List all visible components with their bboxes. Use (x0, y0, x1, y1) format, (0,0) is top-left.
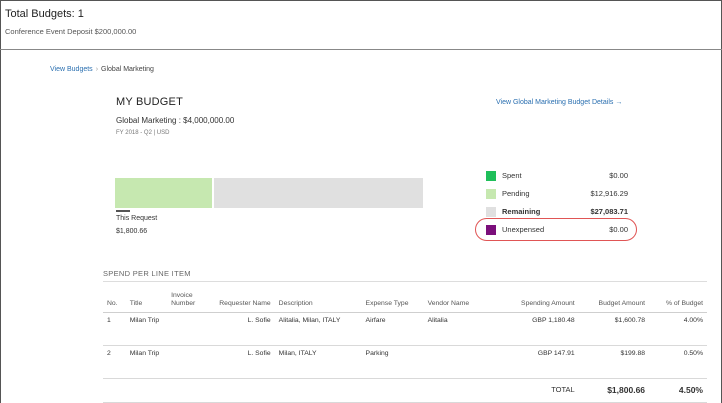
page-title: MY BUDGET (116, 96, 183, 108)
table-row: 1 Milan Trip L. Sofie Alitalia, Milan, I… (103, 312, 707, 346)
legend-pending: Pending $12,916.29 (486, 188, 632, 206)
spend-per-line-item-heading: SPEND PER LINE ITEM (103, 269, 191, 278)
cell-no: 2 (103, 345, 126, 379)
col-title: Title (125, 288, 168, 313)
section-divider (0, 49, 722, 50)
this-request-label: This Request (116, 215, 158, 222)
breadcrumb-separator: › (95, 66, 99, 73)
conference-deposit-text: Conference Event Deposit $200,000.00 (5, 27, 137, 36)
legend-spent: Spent $0.00 (486, 170, 632, 188)
cell-requester: L. Sofie (214, 312, 275, 346)
legend-label: Spent (502, 171, 522, 180)
cell-percent: 0.50% (649, 345, 707, 379)
cell-requester: L. Sofie (214, 345, 275, 379)
col-spending-amount: Spending Amount (483, 288, 579, 313)
this-request-marker (116, 210, 130, 212)
breadcrumb: View Budgets › Global Marketing (50, 66, 154, 73)
col-invoice: Invoice Number (167, 288, 215, 313)
col-budget-amount: Budget Amount (578, 288, 650, 313)
cell-spending-amount: GBP 147.91 (483, 345, 579, 379)
total-budgets-count: Total Budgets: 1 (5, 8, 84, 20)
cell-budget-amount: $1,600.78 (578, 312, 650, 346)
cell-vendor: Alitalia (423, 312, 484, 346)
cell-no: 1 (103, 312, 126, 346)
breadcrumb-current: Global Marketing (101, 66, 154, 73)
total-row: TOTAL $1,800.66 4.50% (103, 377, 707, 403)
total-label: TOTAL (483, 377, 579, 403)
legend-value: $12,916.29 (590, 189, 628, 198)
this-request-amount: $1,800.66 (116, 228, 148, 235)
table-row: 2 Milan Trip L. Sofie Milan, ITALY Parki… (103, 345, 707, 379)
col-vendor: Vendor Name (423, 288, 484, 313)
fiscal-period: FY 2018 - Q2 | USD (116, 130, 170, 136)
cell-vendor (423, 345, 484, 379)
table-header-row: No. Title Invoice Number Requester Name … (103, 288, 707, 313)
col-requester: Requester Name (214, 288, 275, 313)
cell-expense-type: Airfare (361, 312, 424, 346)
remaining-swatch (486, 207, 496, 217)
col-percent-budget: % of Budget (649, 288, 707, 313)
cell-title: Milan Trip (125, 312, 168, 346)
col-expense-type: Expense Type (361, 288, 424, 313)
cell-budget-amount: $199.88 (578, 345, 650, 379)
breadcrumb-view-budgets-link[interactable]: View Budgets (50, 66, 93, 73)
spend-heading-rule (103, 281, 707, 282)
cell-invoice (167, 312, 215, 346)
legend-label: Pending (502, 189, 530, 198)
cell-percent: 4.00% (649, 312, 707, 346)
line-items-table: No. Title Invoice Number Requester Name … (103, 288, 707, 403)
cell-description: Milan, ITALY (274, 345, 362, 379)
pending-swatch (486, 189, 496, 199)
col-no: No. (103, 288, 126, 313)
cell-expense-type: Parking (361, 345, 424, 379)
cell-description: Alitalia, Milan, ITALY (274, 312, 362, 346)
legend-value: $27,083.71 (590, 207, 628, 216)
col-description: Description (274, 288, 362, 313)
cell-invoice (167, 345, 215, 379)
legend-label: Remaining (502, 207, 541, 216)
cell-spending-amount: GBP 1,180.48 (483, 312, 579, 346)
legend-value: $0.00 (609, 171, 628, 180)
pending-segment (115, 178, 214, 208)
spent-swatch (486, 171, 496, 181)
total-budget-amount: $1,800.66 (578, 377, 650, 403)
unexpensed-highlight-ring (475, 218, 637, 241)
budget-details-link[interactable]: View Global Marketing Budget Details → (496, 99, 622, 106)
budget-subtitle: Global Marketing : $4,000,000.00 (116, 116, 235, 125)
budget-usage-bar (115, 178, 423, 208)
total-spacer (103, 377, 484, 403)
total-percent: 4.50% (649, 377, 707, 403)
cell-title: Milan Trip (125, 345, 168, 379)
